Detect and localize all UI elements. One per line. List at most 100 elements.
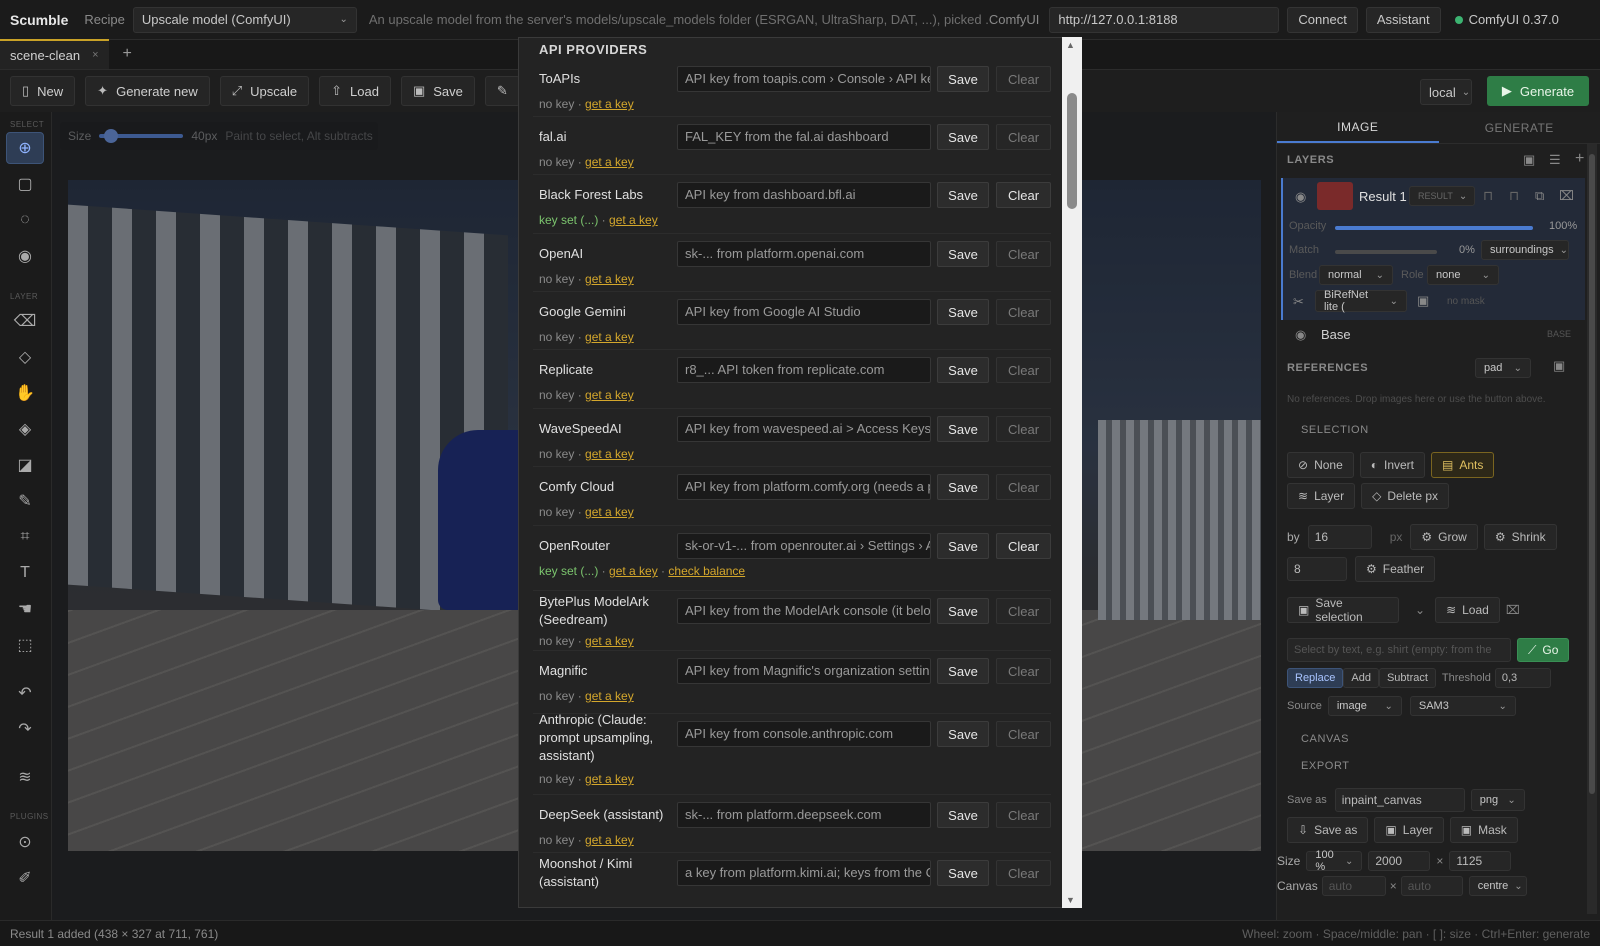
- api-key-input[interactable]: API key from the ModelArk console (it be…: [677, 598, 931, 624]
- brush-tool[interactable]: ✎: [6, 485, 44, 517]
- get-key-link[interactable]: get a key: [585, 447, 634, 461]
- save-key-button[interactable]: Save: [937, 474, 989, 500]
- export-save-as-button[interactable]: ⇩ Save as: [1287, 817, 1369, 843]
- save-key-button[interactable]: Save: [937, 860, 989, 886]
- shrink-button[interactable]: ⚙ Shrink: [1483, 524, 1557, 550]
- trash-icon[interactable]: ⌧: [1559, 188, 1574, 204]
- save-key-button[interactable]: Save: [937, 299, 989, 325]
- lock-alpha-icon[interactable]: ⊓: [1509, 188, 1519, 204]
- upscale-button[interactable]: ⤢ Upscale: [219, 76, 310, 106]
- get-key-link[interactable]: get a key: [585, 272, 634, 286]
- layer-type-select[interactable]: RESULT ⌄: [1409, 186, 1475, 206]
- grow-button[interactable]: ⚙ Grow: [1410, 524, 1478, 550]
- text-tool[interactable]: T: [6, 557, 44, 589]
- save-key-button[interactable]: Save: [937, 124, 989, 150]
- shapes-tool[interactable]: ◪: [6, 449, 44, 481]
- match-slider[interactable]: [1335, 250, 1437, 254]
- rect-select-tool[interactable]: ▢: [6, 168, 44, 200]
- api-key-input[interactable]: API key from dashboard.bfl.ai: [677, 182, 931, 208]
- anchor-select[interactable]: centre ⌄: [1468, 876, 1527, 896]
- save-key-button[interactable]: Save: [937, 66, 989, 92]
- clear-key-button[interactable]: Clear: [996, 658, 1051, 684]
- layers-button[interactable]: ≋: [6, 761, 44, 793]
- opacity-slider[interactable]: [1335, 226, 1533, 230]
- pan-tool[interactable]: ☚: [6, 593, 44, 625]
- get-key-link[interactable]: get a key: [585, 155, 634, 169]
- layer-item-base[interactable]: ◉ Base BASE: [1281, 320, 1585, 350]
- select-none-button[interactable]: ⊘ None: [1287, 452, 1354, 478]
- get-key-link[interactable]: get a key: [585, 388, 634, 402]
- canvas-width-input[interactable]: auto: [1321, 876, 1386, 896]
- get-key-link[interactable]: get a key: [585, 505, 634, 519]
- format-select[interactable]: png ⌄: [1470, 789, 1525, 811]
- api-key-input[interactable]: sk-... from platform.deepseek.com: [677, 802, 931, 828]
- source-select[interactable]: image ⌄: [1327, 696, 1402, 716]
- chevron-down-icon[interactable]: ⌄: [1415, 603, 1425, 617]
- clear-tool[interactable]: ◇: [6, 341, 44, 373]
- add-reference-icon[interactable]: ▣: [1553, 358, 1565, 374]
- hand-tool[interactable]: ✋: [6, 377, 44, 409]
- blend-select[interactable]: normal ⌄: [1319, 265, 1393, 285]
- plugin-pencil[interactable]: ✐: [6, 862, 44, 894]
- get-key-link[interactable]: get a key: [609, 564, 658, 578]
- clear-key-button[interactable]: Clear: [996, 802, 1051, 828]
- threshold-input[interactable]: 0,3: [1494, 668, 1551, 688]
- save-key-button[interactable]: Save: [937, 416, 989, 442]
- grow-amount-input[interactable]: 16: [1307, 525, 1372, 549]
- trash-icon[interactable]: ⌧: [1506, 603, 1520, 617]
- eraser-tool[interactable]: ⌫: [6, 305, 44, 337]
- clear-key-button[interactable]: Clear: [996, 721, 1051, 747]
- get-key-link[interactable]: get a key: [585, 689, 634, 703]
- invert-button[interactable]: ◐ Invert: [1359, 452, 1426, 478]
- canvas-height-input[interactable]: auto: [1400, 876, 1463, 896]
- scrollbar-thumb[interactable]: [1589, 154, 1595, 794]
- clear-key-button[interactable]: Clear: [996, 124, 1051, 150]
- target-tool[interactable]: ◉: [6, 240, 44, 272]
- generate-button[interactable]: ▶ Generate: [1487, 76, 1589, 106]
- right-panel-scrollbar[interactable]: [1587, 144, 1597, 914]
- lock-icon[interactable]: ⊓: [1483, 188, 1493, 204]
- edit-button[interactable]: ✎: [484, 76, 520, 106]
- width-input[interactable]: 2000: [1368, 851, 1431, 871]
- load-button[interactable]: ⇧ Load: [319, 76, 391, 106]
- api-key-input[interactable]: r8_... API token from replicate.com: [677, 357, 931, 383]
- get-key-link[interactable]: get a key: [585, 330, 634, 344]
- save-key-button[interactable]: Save: [937, 721, 989, 747]
- feather-input[interactable]: 8: [1287, 557, 1347, 581]
- clear-key-button[interactable]: Clear: [996, 598, 1051, 624]
- role-select[interactable]: none ⌄: [1427, 265, 1499, 285]
- ref-mode-select[interactable]: pad ⌄: [1475, 358, 1531, 378]
- save-key-button[interactable]: Save: [937, 357, 989, 383]
- image-icon[interactable]: ▣: [1523, 152, 1535, 168]
- scrollbar-thumb[interactable]: [1067, 93, 1077, 209]
- api-key-input[interactable]: API key from wavespeed.ai > Access Keys …: [677, 416, 931, 442]
- ants-toggle[interactable]: ▤ Ants: [1431, 452, 1495, 478]
- matting-model-select[interactable]: BiRefNet lite (⌄: [1315, 289, 1407, 313]
- export-layer-button[interactable]: ▣ Layer: [1374, 817, 1444, 843]
- duplicate-icon[interactable]: ⧉: [1535, 188, 1544, 204]
- api-key-input[interactable]: API key from console.anthropic.com: [677, 721, 931, 747]
- dialog-scrollbar[interactable]: ▲ ▼: [1062, 37, 1082, 908]
- api-key-input[interactable]: API key from Google AI Studio: [677, 299, 931, 325]
- eye-icon[interactable]: ◉: [1295, 327, 1306, 343]
- tab-image[interactable]: IMAGE: [1277, 112, 1439, 143]
- get-key-link[interactable]: get a key: [585, 772, 634, 786]
- delete-px-button[interactable]: ◇ Delete px: [1361, 483, 1450, 509]
- scroll-down-icon[interactable]: ▼: [1066, 895, 1075, 905]
- paint-select-tool[interactable]: ⊕: [6, 132, 44, 164]
- api-key-input[interactable]: API key from Magnific's organization set…: [677, 658, 931, 684]
- lasso-tool[interactable]: ◌: [6, 204, 44, 236]
- undo-button[interactable]: ↶: [6, 677, 44, 709]
- recipe-select[interactable]: Upscale model (ComfyUI) ⌄: [132, 6, 357, 33]
- api-key-input[interactable]: sk-or-v1-... from openrouter.ai › Settin…: [677, 533, 931, 559]
- tab-scene-clean[interactable]: scene-clean ×: [0, 39, 109, 69]
- filename-input[interactable]: inpaint_canvas: [1334, 788, 1465, 812]
- clear-key-button[interactable]: Clear: [996, 474, 1051, 500]
- plugin-target[interactable]: ⊙: [6, 826, 44, 858]
- feather-button[interactable]: ⚙ Feather: [1355, 556, 1436, 582]
- get-key-link[interactable]: get a key: [609, 213, 658, 227]
- save-selection-button[interactable]: ▣ Save selection: [1287, 596, 1399, 624]
- clear-key-button[interactable]: Clear: [996, 299, 1051, 325]
- backend-select[interactable]: local ⌄: [1420, 79, 1472, 105]
- load-selection-button[interactable]: ≋ Load: [1435, 597, 1500, 623]
